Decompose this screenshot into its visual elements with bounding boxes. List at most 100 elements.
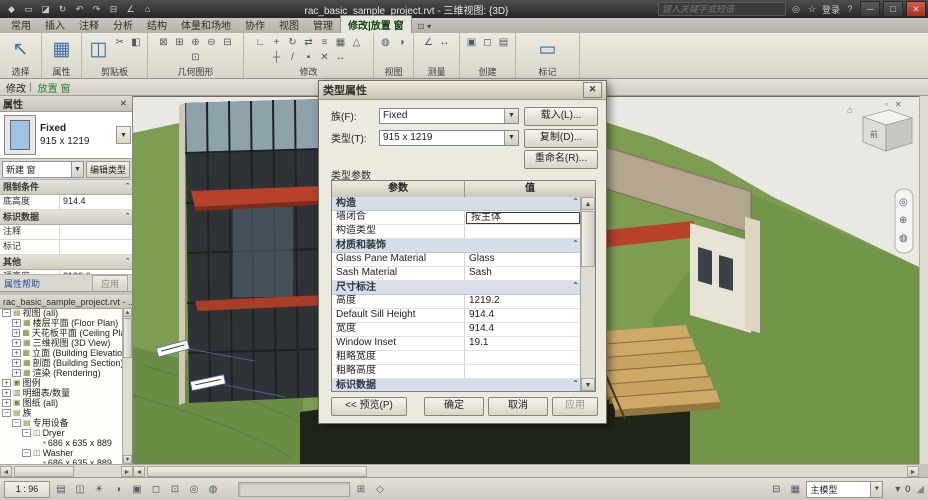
pan-icon[interactable]: ◍ [899,233,908,244]
duplicate-button[interactable]: 复制(D)... [524,129,598,148]
open-icon[interactable]: ▭ [21,2,36,16]
ribbon-tab-9[interactable]: 修改|放置 窗 [340,15,412,33]
navigation-bar[interactable]: ◎ ⊕ ◍ [894,188,914,254]
collapse-icon[interactable]: ˆ [574,197,577,210]
tree-item[interactable]: + ▥ 明细表/数量 [0,388,123,398]
scroll-left-icon[interactable]: ◄ [0,465,12,477]
scroll-right-icon[interactable]: ► [121,465,133,477]
dialog-close-icon[interactable]: ✕ [583,82,602,98]
sign-in-button[interactable]: 登录 [822,3,840,16]
tree-item[interactable]: − ◫ Washer [0,448,123,458]
ribbon-state-toggles[interactable]: ⊡ ▾ [418,22,432,33]
visual-style-icon[interactable]: ◫ [71,480,89,498]
design-options-icon[interactable]: ▦ [786,480,804,498]
scale-icon[interactable]: △ [349,35,364,49]
shadows-icon[interactable]: ◑ [109,480,127,498]
tree-item[interactable]: − ▤ 专用设备 [0,418,123,428]
tree-item[interactable]: + ▦ 三维视图 (3D View) [0,338,123,348]
measure-icon[interactable]: ∠ [123,2,138,16]
param-value[interactable]: Sash [465,267,581,280]
ok-button[interactable]: 确定 [424,397,484,416]
project-browser-header[interactable]: rac_basic_sample_project.rvt - ... [0,295,132,309]
param-value[interactable] [465,351,581,364]
param-row[interactable]: 构造类型 [332,225,581,239]
scroll-down-icon[interactable]: ▼ [581,378,595,391]
browser-horizontal-scrollbar[interactable]: ◄ ► [0,464,133,477]
scroll-left-icon[interactable]: ◄ [133,465,145,477]
tree-expander-icon[interactable]: + [12,369,21,377]
offset-icon[interactable]: ≡ [317,35,332,49]
tree-item[interactable]: + ▦ 楼层平面 (Floor Plan) [0,318,123,328]
tree-item[interactable]: + ▦ 剖面 (Building Section) [0,358,123,368]
override-icon[interactable]: ◑ [394,35,409,49]
tree-item[interactable]: + ▦ 立面 (Building Elevation) [0,348,123,358]
close-button[interactable]: ✕ [906,1,926,17]
create-similar-icon[interactable]: ◻ [480,35,495,49]
default-3d-view-icon[interactable]: ⌂ [140,2,155,16]
tree-item[interactable]: + ▣ 图例 [0,378,123,388]
dialog-apply-button[interactable]: 应用 [552,397,598,416]
param-value[interactable] [465,225,581,238]
move-icon[interactable]: + [269,35,284,49]
type-combo[interactable]: 915 x 1219 ▼ [379,129,519,146]
browser-vertical-scrollbar[interactable]: ▲ ▼ [122,308,132,464]
new-element-combo[interactable]: 新建 窗 ▼ [2,160,84,178]
apply-button[interactable]: 应用 [91,274,128,292]
properties-close-icon[interactable]: ✕ [118,99,129,108]
tree-item[interactable]: ▪ 686 x 635 x 889 [0,438,123,448]
property-group-row[interactable]: 其他 ˆ [0,255,132,270]
tree-item[interactable]: − ▤ 视图 (all) [0,308,123,318]
scroll-right-icon[interactable]: ► [907,465,919,477]
rendering-dialog-icon[interactable]: ▣ [128,480,146,498]
ribbon-tab-8[interactable]: 管理 [306,16,340,33]
zoom-icon[interactable]: ⊕ [899,215,907,226]
scroll-up-icon[interactable]: ▲ [123,308,132,317]
ribbon-tab-0[interactable]: 常用 [4,16,38,33]
print-icon[interactable]: ⊟ [106,2,121,16]
scroll-thumb[interactable] [581,211,595,267]
collapse-icon[interactable]: ˆ [574,239,577,252]
property-value[interactable] [59,225,132,239]
edit-type-button[interactable]: 编辑类型 [85,160,130,178]
param-row[interactable]: Window Inset 19.1 [332,337,581,351]
property-value[interactable] [59,240,132,254]
tree-item[interactable]: − ◫ Dryer [0,428,123,438]
collapse-icon[interactable]: ˆ [574,379,577,391]
properties-help-link[interactable]: 属性帮助 [4,277,40,290]
steering-wheel-icon[interactable]: ◎ [899,197,908,208]
detail-level-icon[interactable]: ▤ [52,480,70,498]
chevron-down-icon[interactable]: ▼ [504,108,518,123]
view-scale[interactable]: 1 : 96 [4,480,50,498]
editable-only-icon[interactable]: ⊟ [767,480,785,498]
selection-filter[interactable]: ▼ 0 [893,484,910,494]
param-value[interactable]: 按主体 [466,211,580,224]
chevron-down-icon[interactable]: ▼ [504,130,518,145]
search-input[interactable] [657,2,786,16]
tree-expander-icon[interactable]: − [2,409,11,417]
undo-icon[interactable]: ↶ [72,2,87,16]
param-group-row[interactable]: 尺寸标注 ˆ [332,281,581,295]
scroll-down-icon[interactable]: ▼ [123,455,132,464]
param-row[interactable]: 宽度 914.4 [332,323,581,337]
param-row[interactable]: 粗略宽度 [332,351,581,365]
modify-select-icon[interactable]: ↖ [8,35,34,63]
tree-expander-icon[interactable]: + [12,329,21,337]
param-value[interactable]: Glass [465,253,581,266]
resize-grip-icon[interactable]: ◢ [916,484,924,495]
cut-icon[interactable]: ✂ [113,35,128,49]
scroll-thumb[interactable] [123,318,132,358]
collapse-icon[interactable]: ˆ [126,180,129,194]
ribbon-tab-4[interactable]: 结构 [140,16,174,33]
cut-geometry-icon[interactable]: ⊠ [156,35,171,49]
param-row[interactable]: Sash Material Sash [332,267,581,281]
tree-expander-icon[interactable]: + [12,339,21,347]
paint-icon[interactable]: ⊡ [188,50,203,64]
wall-joins-icon[interactable]: ⊟ [220,35,235,49]
reveal-hidden-elements-icon[interactable]: ◍ [204,480,222,498]
sync-icon[interactable]: ↻ [55,2,70,16]
tag-on-placement-icon[interactable]: ▭ [535,35,561,63]
param-group-row[interactable]: 标识数据 ˆ [332,379,581,391]
properties-header[interactable]: 属性 ✕ [0,96,132,112]
split-icon[interactable]: / [285,50,300,64]
tree-expander-icon[interactable]: − [12,419,21,427]
